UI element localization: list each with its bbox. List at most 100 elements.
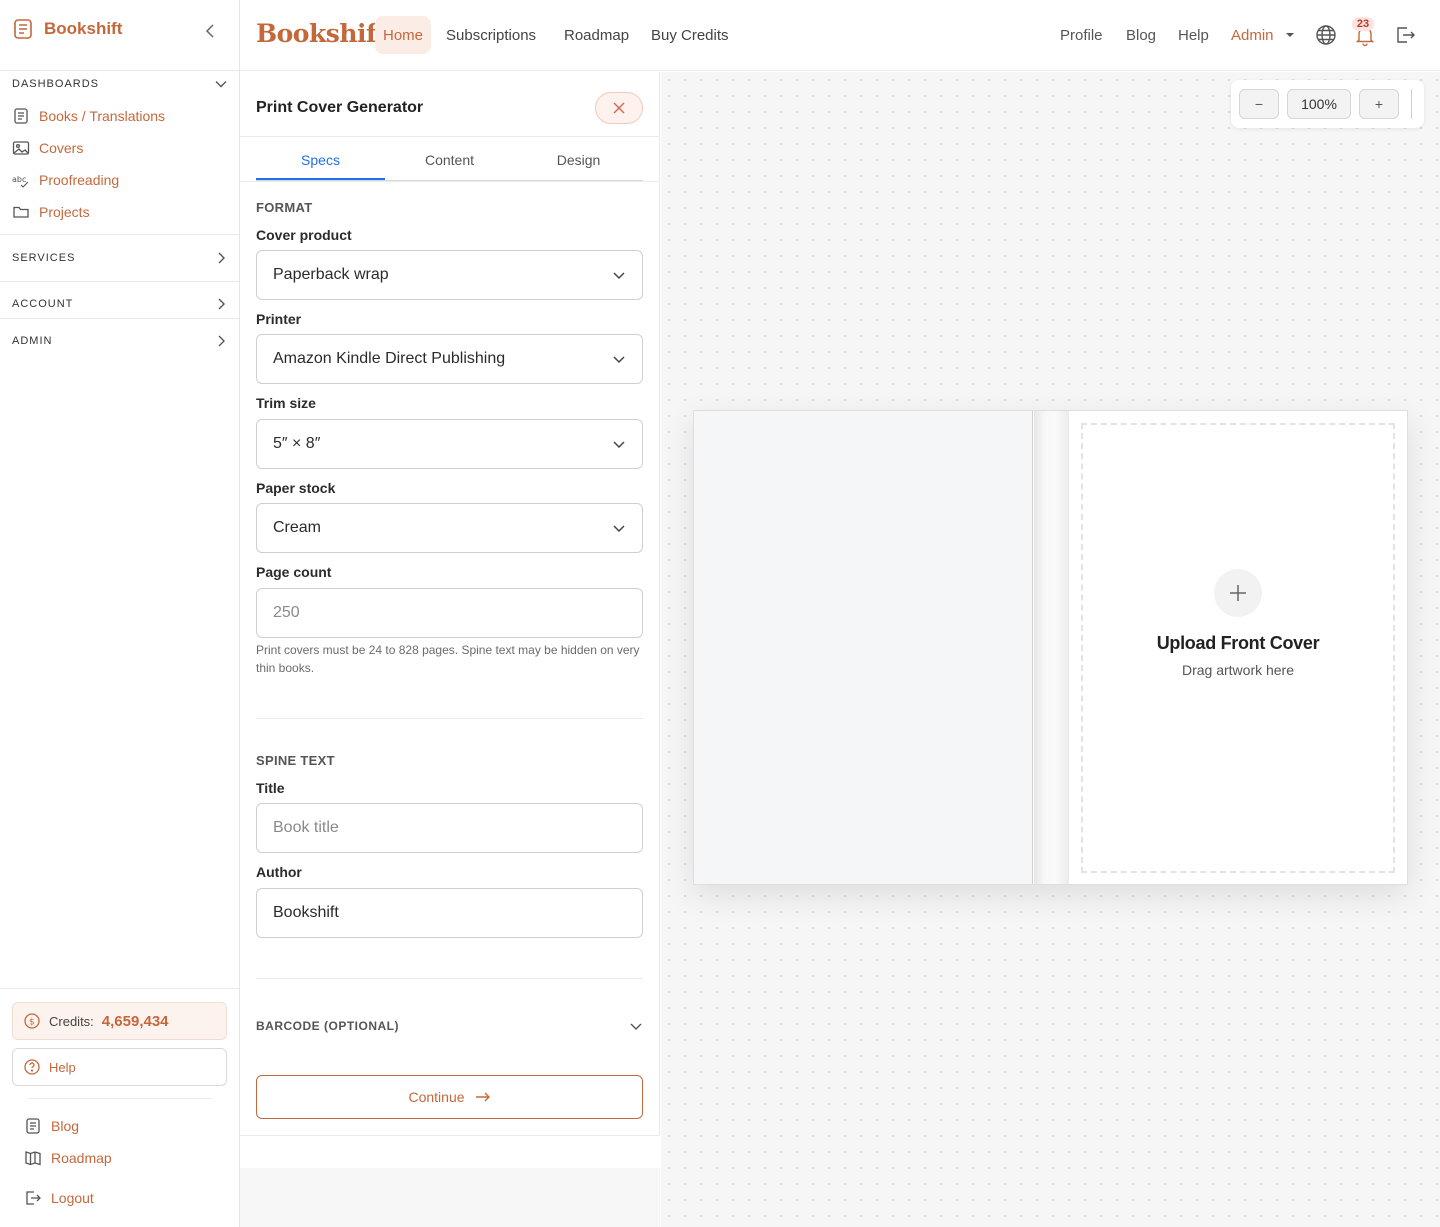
credits-box[interactable]: $ Credits: 4,659,434 [12,1002,227,1040]
paper-stock-select[interactable]: Cream [256,503,643,553]
notification-badge: 23 [1352,17,1374,31]
caret-down-icon [1285,33,1294,37]
barcode-section-title: BARCODE (OPTIONAL) [256,1019,399,1033]
spine[interactable] [1034,411,1069,884]
help-button[interactable]: Help [12,1048,227,1086]
tab-content[interactable]: Content [385,148,514,180]
book-cover-preview: Upload Front Cover Drag artwork here [693,410,1408,885]
trim-size-value: 5″ × 8″ [273,435,321,452]
barcode-section-toggle[interactable]: BARCODE (OPTIONAL) [256,1016,643,1036]
sidebar-logo[interactable]: Bookshift [12,18,122,40]
arrow-right-icon [475,1092,490,1102]
sidebar-item-covers[interactable]: Covers [12,136,83,160]
map-icon [25,1151,41,1166]
section-dashboards-label: DASHBOARDS [12,78,100,90]
chevron-down-icon [630,1023,642,1030]
cover-product-select[interactable]: Paperback wrap [256,250,643,300]
title-placeholder: Book title [273,819,339,836]
section-services-label: SERVICES [12,252,76,264]
tab-specs[interactable]: Specs [256,148,385,180]
sidebar-divider [0,988,239,989]
panel-footer-area [240,1168,660,1227]
svg-text:abc: abc [12,175,26,184]
continue-button[interactable]: Continue [256,1075,643,1119]
trim-size-label: Trim size [256,395,316,411]
trim-size-select[interactable]: 5″ × 8″ [256,419,643,469]
chevron-right-icon [218,298,225,310]
back-cover[interactable] [694,411,1033,884]
sidebar-link-blog[interactable]: Blog [24,1114,79,1138]
sidebar-link-label: Logout [51,1190,94,1206]
chevron-down-icon [613,272,625,280]
chevron-down-icon [215,81,227,88]
document-icon [26,1118,40,1134]
section-admin-label: ADMIN [12,335,53,347]
section-divider [256,978,643,979]
chevron-down-icon [613,525,625,533]
zoom-out-button[interactable]: − [1239,89,1279,119]
sidebar-link-label: Blog [51,1118,80,1134]
nav-buy-credits[interactable]: Buy Credits [643,16,737,54]
sidebar-item-projects[interactable]: Projects [12,200,90,224]
sidebar-link-logout[interactable]: Logout [24,1186,94,1210]
nav-subscriptions[interactable]: Subscriptions [438,16,544,54]
panel-divider [240,136,659,137]
image-icon [12,141,30,155]
sidebar-item-proofreading[interactable]: abc Proofreading [12,168,119,192]
cover-generator-panel: Print Cover Generator Specs Content Desi… [240,72,660,1136]
page-count-input[interactable]: 250 [256,588,643,638]
printer-select[interactable]: Amazon Kindle Direct Publishing [256,334,643,384]
author-input[interactable]: Bookshift [256,888,643,938]
nav-profile[interactable]: Profile [1060,16,1103,54]
nav-home[interactable]: Home [375,16,432,54]
title-input[interactable]: Book title [256,803,643,853]
cover-product-value: Paperback wrap [273,266,389,283]
admin-dropdown[interactable]: Admin [1231,16,1296,54]
sidebar-item-books-translations[interactable]: Books / Translations [12,104,165,128]
logout-icon[interactable] [1393,23,1417,47]
author-value: Bookshift [273,904,339,921]
help-circle-icon [24,1059,40,1075]
sidebar-brand: Bookshift [44,19,123,38]
sidebar-divider [0,318,239,319]
section-dashboards[interactable]: DASHBOARDS [12,74,228,94]
upload-subtitle: Drag artwork here [1181,661,1295,678]
upload-title: Upload Front Cover [1156,632,1320,653]
front-cover-dropzone[interactable]: Upload Front Cover Drag artwork here [1081,423,1395,873]
section-account-label: ACCOUNT [12,298,74,310]
section-account[interactable]: ACCOUNT [12,294,228,314]
cover-canvas[interactable]: − 100% + Upload Front Cover Drag artwork… [661,72,1440,1227]
chevron-down-icon [613,356,625,364]
tab-design[interactable]: Design [514,148,643,180]
panel-divider [240,1135,659,1136]
panel-divider [240,181,659,182]
cover-product-label: Cover product [256,227,352,243]
zoom-controls: − 100% + [1231,80,1424,128]
format-section-title: FORMAT [256,200,313,215]
sidebar-divider [0,70,239,71]
panel-title: Print Cover Generator [256,99,424,116]
title-label: Title [256,780,285,796]
front-cover: Upload Front Cover Drag artwork here [1069,411,1407,884]
logout-icon [26,1191,41,1205]
collapse-sidebar-icon[interactable] [202,22,220,40]
nav-blog[interactable]: Blog [1126,16,1156,54]
nav-help[interactable]: Help [1178,16,1209,54]
upload-button[interactable] [1214,568,1262,617]
sidebar-item-label: Covers [39,140,84,156]
close-panel-button[interactable] [595,92,643,124]
zoom-in-button[interactable]: + [1359,89,1399,119]
section-services[interactable]: SERVICES [12,248,228,268]
globe-icon[interactable] [1314,23,1338,47]
author-label: Author [256,864,302,880]
folder-icon [13,206,29,218]
navbar-brand[interactable]: Bookshift [256,19,388,48]
section-admin[interactable]: ADMIN [12,331,228,351]
page-count-hint: Print covers must be 24 to 828 pages. Sp… [256,643,640,675]
nav-roadmap[interactable]: Roadmap [556,16,637,54]
sidebar-link-roadmap[interactable]: Roadmap [24,1146,112,1170]
sidebar-item-label: Books / Translations [39,108,166,124]
admin-label: Admin [1231,26,1274,44]
zoom-separator [1411,89,1412,119]
sidebar-link-label: Roadmap [51,1150,112,1166]
